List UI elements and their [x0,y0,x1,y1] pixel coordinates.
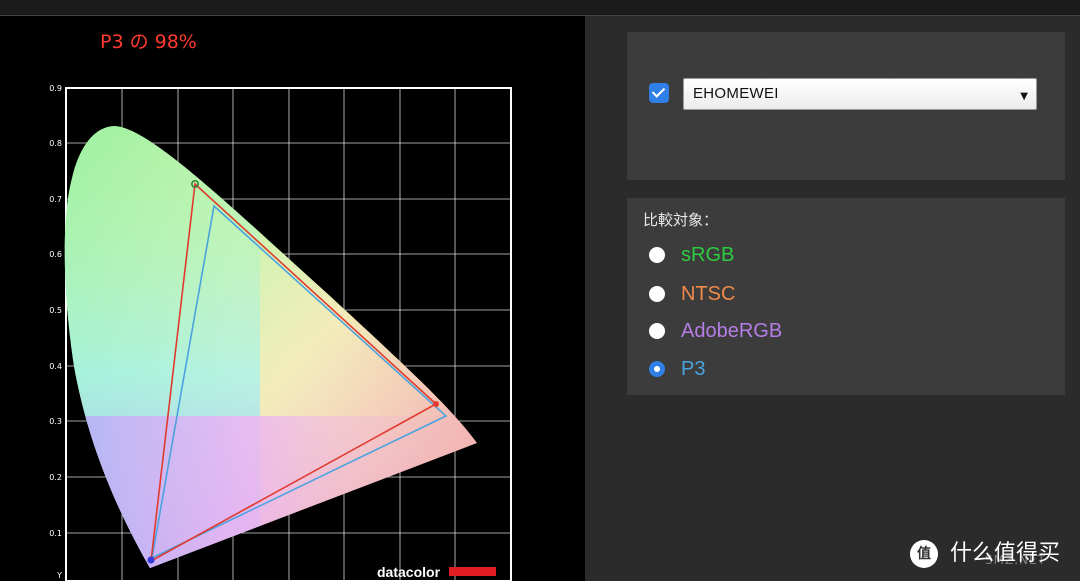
cie-diagram: 0.9 0.8 0.7 0.6 0.5 0.4 0.3 0.2 0.1 Y P3… [49,31,512,581]
radio-label-p3: P3 [681,357,706,380]
radio-ntsc[interactable] [649,286,665,302]
radio-label-ntsc: NTSC [681,282,736,305]
datacolor-logo: datacolor [377,564,441,580]
display-select[interactable]: EHOMEWEI ▼ [683,78,1037,110]
y-axis-label: Y [56,571,62,580]
smzdm-logo-icon: 值 [910,540,938,568]
y-tick-0.6: 0.6 [49,250,62,259]
radio-label-srgb: sRGB [681,243,735,266]
y-tick-0.7: 0.7 [49,195,62,204]
compare-title: 比較対象： [643,211,719,229]
window-top-bar [0,0,1080,16]
red-primary-point [433,401,439,407]
compare-option-p3[interactable]: P3 [649,357,705,381]
display-select-value: EHOMEWEI [693,85,779,102]
y-tick-0.1: 0.1 [49,529,62,538]
smzdm-watermark-site: SMZ.NET [985,553,1046,567]
settings-pane: EHOMEWEI ▼ 比較対象： sRGB NTSC AdobeRGB P3 [585,16,1080,581]
datacolor-brand-bar [449,567,496,576]
y-tick-0.3: 0.3 [49,417,62,426]
chromaticity-chart-pane: 0.9 0.8 0.7 0.6 0.5 0.4 0.3 0.2 0.1 Y P3… [0,16,585,581]
compare-option-ntsc[interactable]: NTSC [649,282,735,306]
compare-panel: 比較対象： sRGB NTSC AdobeRGB P3 [627,198,1065,395]
y-tick-0.8: 0.8 [49,139,62,148]
radio-label-adobergb: AdobeRGB [681,319,783,342]
y-tick-0.5: 0.5 [49,306,62,315]
spectral-locus [64,126,477,568]
radio-p3[interactable] [649,361,665,377]
compare-option-srgb[interactable]: sRGB [649,243,734,267]
device-panel: EHOMEWEI ▼ [627,32,1065,180]
y-tick-0.4: 0.4 [49,362,62,371]
compare-option-adobergb[interactable]: AdobeRGB [649,319,782,343]
radio-srgb[interactable] [649,247,665,263]
y-tick-0.9: 0.9 [49,84,62,93]
chevron-down-icon[interactable]: ▼ [1020,91,1028,102]
display-enable-checkbox[interactable] [649,83,669,103]
blue-primary-point [147,556,155,564]
y-tick-0.2: 0.2 [49,473,62,482]
chart-title: P3 の 98% [100,31,197,53]
radio-adobergb[interactable] [649,323,665,339]
